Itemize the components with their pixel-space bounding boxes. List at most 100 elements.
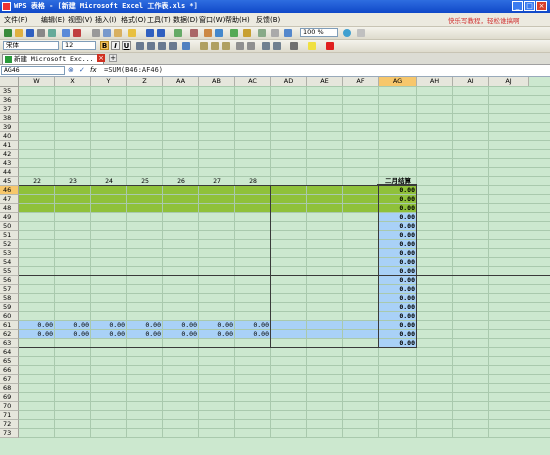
- summary-value-cell[interactable]: 0.00: [379, 213, 417, 222]
- document-tab[interactable]: 新建 Microsoft Exc...: [2, 54, 104, 64]
- confirm-formula-icon[interactable]: ✓: [79, 66, 85, 74]
- summary-header-cell[interactable]: 二月结算: [379, 177, 417, 186]
- borders-icon[interactable]: [290, 42, 298, 50]
- filter-icon[interactable]: [230, 29, 238, 37]
- day-number-cell[interactable]: 24: [91, 177, 127, 186]
- menu-edit[interactable]: 编辑(E): [41, 15, 65, 25]
- summary-value-cell[interactable]: 0.00: [379, 339, 417, 348]
- save-icon[interactable]: [26, 29, 34, 37]
- increase-indent-icon[interactable]: [273, 42, 281, 50]
- new-document-icon[interactable]: [4, 29, 12, 37]
- percent-icon[interactable]: [211, 42, 219, 50]
- search-icon[interactable]: [284, 29, 292, 37]
- summary-value-cell[interactable]: 0.00: [379, 312, 417, 321]
- open-folder-icon[interactable]: [15, 29, 23, 37]
- summary-value-cell[interactable]: 0.00: [379, 258, 417, 267]
- menu-view[interactable]: 视图(V): [68, 15, 92, 25]
- day-number-cell[interactable]: 23: [55, 177, 91, 186]
- row-header[interactable]: 42: [0, 150, 19, 159]
- close-tab-icon[interactable]: ×: [97, 54, 105, 62]
- row-header[interactable]: 47: [0, 195, 19, 204]
- summary-value-cell[interactable]: 0.00: [379, 267, 417, 276]
- minimize-button[interactable]: _: [512, 1, 523, 11]
- day-number-cell[interactable]: 25: [127, 177, 163, 186]
- row-header[interactable]: 37: [0, 105, 19, 114]
- summary-value-cell[interactable]: 0.00: [379, 330, 417, 339]
- row-header[interactable]: 59: [0, 303, 19, 312]
- row-header[interactable]: 46: [0, 186, 19, 195]
- row-header[interactable]: 72: [0, 420, 19, 429]
- bold-button[interactable]: B: [100, 41, 109, 50]
- close-button[interactable]: ×: [536, 1, 547, 11]
- row-header[interactable]: 43: [0, 159, 19, 168]
- row-header[interactable]: 71: [0, 411, 19, 420]
- hyperlink-icon[interactable]: [174, 29, 182, 37]
- insert-object-icon[interactable]: [271, 29, 279, 37]
- align-left-icon[interactable]: [136, 42, 144, 50]
- sort-descending-icon[interactable]: [215, 29, 223, 37]
- row-header[interactable]: 64: [0, 348, 19, 357]
- summary-value-cell[interactable]: 0.00: [379, 249, 417, 258]
- promo-hint[interactable]: 快乐写教程，轻松谁搞啊: [448, 15, 520, 25]
- row-61-value-cell[interactable]: 0.00: [235, 321, 271, 330]
- menu-help[interactable]: 帮助(H): [225, 15, 250, 25]
- summary-value-cell[interactable]: 0.00: [379, 285, 417, 294]
- align-center-icon[interactable]: [147, 42, 155, 50]
- menu-insert[interactable]: 插入(I): [95, 15, 117, 25]
- align-right-icon[interactable]: [158, 42, 166, 50]
- cut-icon[interactable]: [92, 29, 100, 37]
- increase-decimal-icon[interactable]: [236, 42, 244, 50]
- summary-value-cell[interactable]: 0.00: [379, 222, 417, 231]
- drawing-icon[interactable]: [258, 29, 266, 37]
- row-61-value-cell[interactable]: 0.00: [55, 321, 91, 330]
- row-header[interactable]: 55: [0, 267, 19, 276]
- merge-center-icon[interactable]: [182, 42, 190, 50]
- paste-icon[interactable]: [114, 29, 122, 37]
- row-62-value-cell[interactable]: 0.00: [127, 330, 163, 339]
- summary-value-cell[interactable]: 0.00: [379, 231, 417, 240]
- row-header[interactable]: 35: [0, 87, 19, 96]
- sort-ascending-icon[interactable]: [204, 29, 212, 37]
- row-header[interactable]: 54: [0, 258, 19, 267]
- summary-value-cell[interactable]: 0.00: [379, 321, 417, 330]
- row-62-value-cell[interactable]: 0.00: [91, 330, 127, 339]
- row-header[interactable]: 68: [0, 384, 19, 393]
- row-header[interactable]: 39: [0, 123, 19, 132]
- decrease-indent-icon[interactable]: [262, 42, 270, 50]
- maximize-button[interactable]: □: [524, 1, 535, 11]
- row-header[interactable]: 48: [0, 204, 19, 213]
- name-box[interactable]: AG46: [1, 66, 65, 75]
- summary-value-cell[interactable]: 0.00: [379, 276, 417, 285]
- zoom-select[interactable]: 100 %: [300, 28, 338, 37]
- row-header[interactable]: 61: [0, 321, 19, 330]
- summary-value-cell[interactable]: 0.00: [379, 204, 417, 213]
- row-header[interactable]: 36: [0, 96, 19, 105]
- menu-data[interactable]: 数据(D): [173, 15, 198, 25]
- formula-input[interactable]: =SUM(B46:AF46): [104, 66, 163, 74]
- row-header[interactable]: 57: [0, 285, 19, 294]
- menu-format[interactable]: 格式(O): [121, 15, 146, 25]
- row-header[interactable]: 67: [0, 375, 19, 384]
- summary-value-cell[interactable]: 0.00: [379, 240, 417, 249]
- day-number-cell[interactable]: 27: [199, 177, 235, 186]
- menu-tools[interactable]: 工具(T): [147, 15, 171, 25]
- italic-button[interactable]: I: [111, 41, 120, 50]
- autosum-icon[interactable]: [190, 29, 198, 37]
- row-header[interactable]: 56: [0, 276, 19, 285]
- row-header[interactable]: 51: [0, 231, 19, 240]
- row-61-value-cell[interactable]: 0.00: [91, 321, 127, 330]
- new-tab-icon[interactable]: +: [109, 54, 117, 62]
- day-number-cell[interactable]: 22: [19, 177, 55, 186]
- fx-icon[interactable]: fx: [90, 66, 97, 74]
- row-header[interactable]: 53: [0, 249, 19, 258]
- day-number-cell[interactable]: 26: [163, 177, 199, 186]
- row-62-value-cell[interactable]: 0.00: [19, 330, 55, 339]
- toolbar-options-icon[interactable]: [357, 29, 365, 37]
- menu-file[interactable]: 文件(F): [4, 15, 28, 25]
- spell-check-icon[interactable]: [62, 29, 70, 37]
- row-62-value-cell[interactable]: 0.00: [235, 330, 271, 339]
- cancel-formula-icon[interactable]: ⊗: [68, 66, 74, 74]
- font-name-select[interactable]: 宋体: [3, 41, 59, 50]
- font-color-icon[interactable]: [326, 42, 334, 50]
- row-header[interactable]: 40: [0, 132, 19, 141]
